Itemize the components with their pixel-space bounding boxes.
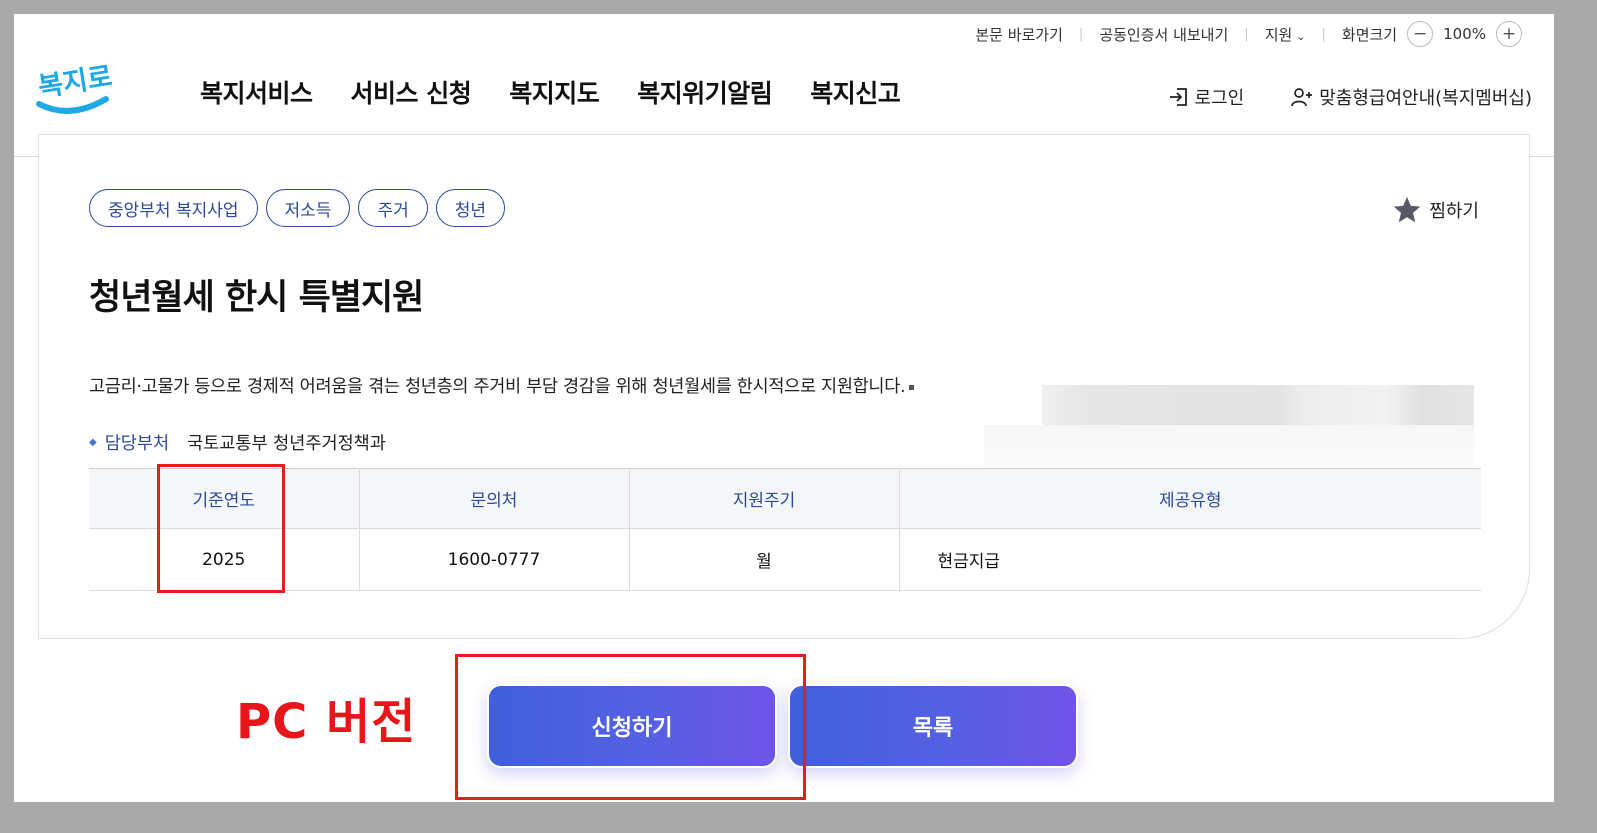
zoom-out-button[interactable]: − — [1407, 21, 1434, 47]
service-description: 고금리·고물가 등으로 경제적 어려움을 겪는 청년층의 주거비 부담 경감을 … — [89, 373, 915, 398]
bokjiro-logo[interactable]: 복지로 — [36, 58, 112, 122]
utility-bar: 본문 바로가기 | 공동인증서 내보내기 | 지원 ⌄ | 화면크기 − 100%… — [975, 21, 1532, 47]
column-header: 문의처 — [358, 468, 629, 529]
favorite-label: 찜하기 — [1429, 201, 1479, 222]
zoom-level: 100% — [1443, 25, 1486, 43]
tag-youth[interactable]: 청년 — [435, 189, 506, 227]
highlight-box-apply — [455, 654, 806, 800]
tag-low-income[interactable]: 저소득 — [265, 189, 351, 227]
membership-label: 맞춤형급여안내(복지멤버십) — [1319, 88, 1532, 109]
tag-central-ministry[interactable]: 중앙부처 복지사업 — [89, 189, 258, 227]
login-link[interactable]: 로그인 — [1168, 84, 1245, 110]
diamond-bullet-icon: ◆ — [89, 437, 97, 448]
support-label: 지원 — [1264, 25, 1293, 44]
chevron-down-icon: ⌄ — [1296, 29, 1306, 43]
screen-size-label: 화면크기 — [1341, 25, 1398, 44]
nav-item-welfare-services[interactable]: 복지서비스 — [200, 74, 313, 110]
highlight-box-year — [157, 464, 285, 593]
responsible-department: ◆ 담당부처 국토교통부 청년주거정책과 — [89, 430, 386, 455]
favorite-button[interactable]: 찜하기 — [1391, 195, 1479, 225]
logo-text: 복지로 — [36, 61, 112, 103]
nav-item-welfare-report[interactable]: 복지신고 — [810, 74, 901, 110]
table-cell: 1600-0777 — [358, 528, 629, 591]
nav-item-service-apply[interactable]: 서비스 신청 — [351, 74, 472, 110]
list-button[interactable]: 목록 — [788, 684, 1078, 768]
table-header-row: 기준연도 문의처 지원주기 제공유형 — [89, 468, 1481, 529]
table-cell: 월 — [628, 528, 899, 591]
login-label: 로그인 — [1194, 88, 1245, 109]
star-icon — [1394, 196, 1421, 223]
description-text: 고금리·고물가 등으로 경제적 어려움을 겪는 청년층의 주거비 부담 경감을 … — [89, 377, 906, 397]
support-menu[interactable]: 지원 ⌄ — [1265, 24, 1306, 45]
divider: | — [1321, 26, 1326, 42]
tag-housing[interactable]: 주거 — [358, 189, 428, 227]
service-title: 청년월세 한시 특별지원 — [89, 278, 424, 318]
dept-value: 국토교통부 청년주거정책과 — [187, 434, 386, 454]
main-nav: 복지서비스 서비스 신청 복지지도 복지위기알림 복지신고 — [200, 74, 938, 110]
account-links: 로그인 맞춤형급여안내(복지멤버십) — [1168, 84, 1532, 110]
skip-to-content-link[interactable]: 본문 바로가기 — [975, 24, 1063, 45]
blurred-region — [984, 425, 1474, 467]
table-cell: 현금지급 — [898, 528, 1481, 591]
nav-item-crisis-alert[interactable]: 복지위기알림 — [637, 74, 773, 110]
category-tags: 중앙부처 복지사업 저소득 주거 청년 — [89, 189, 513, 227]
zoom-in-button[interactable]: + — [1496, 21, 1522, 47]
browser-page: 본문 바로가기 | 공동인증서 내보내기 | 지원 ⌄ | 화면크기 − 100%… — [14, 14, 1554, 802]
service-info-table: 기준연도 문의처 지원주기 제공유형 2025 1600-0777 월 현금지급 — [89, 468, 1481, 591]
column-header: 지원주기 — [628, 468, 899, 529]
divider: | — [1078, 26, 1084, 42]
square-bullet-icon — [909, 384, 915, 390]
membership-link[interactable]: 맞춤형급여안내(복지멤버십) — [1290, 84, 1532, 110]
user-add-icon — [1291, 88, 1313, 107]
annotation-label: PC 버전 — [236, 694, 417, 750]
divider: | — [1244, 26, 1249, 42]
dept-label: 담당부처 — [104, 434, 170, 454]
login-icon — [1169, 88, 1187, 106]
blurred-region — [1042, 385, 1474, 425]
nav-item-welfare-map[interactable]: 복지지도 — [509, 74, 600, 110]
column-header: 제공유형 — [898, 468, 1481, 529]
cert-export-link[interactable]: 공동인증서 내보내기 — [1099, 24, 1228, 45]
table-row: 2025 1600-0777 월 현금지급 — [89, 528, 1481, 591]
